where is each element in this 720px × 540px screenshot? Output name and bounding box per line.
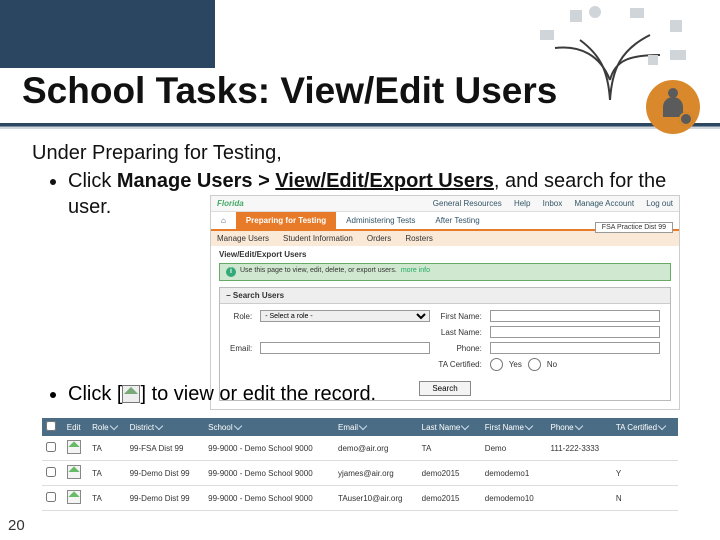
bullet-2-wrap: Click [] to view or edit the record.: [32, 383, 696, 406]
link-manage-account[interactable]: Manage Account: [574, 199, 634, 208]
cell-ta: [612, 436, 678, 461]
col-email[interactable]: Email: [334, 418, 418, 436]
info-banner: i Use this page to view, edit, delete, o…: [219, 263, 671, 281]
cell-role: TA: [88, 486, 125, 511]
row-checkbox[interactable]: [46, 492, 56, 502]
link-resources[interactable]: General Resources: [433, 199, 502, 208]
edit-icon: [122, 385, 140, 403]
cell-lastname: demo2015: [418, 486, 481, 511]
cell-ta: Y: [612, 461, 678, 486]
app-page-title: View/Edit/Export Users: [211, 246, 679, 263]
role-select[interactable]: - Select a role -: [260, 310, 430, 322]
col-firstname[interactable]: First Name: [481, 418, 547, 436]
cell-school: 99-9000 - Demo School 9000: [204, 486, 334, 511]
subnav-rosters[interactable]: Rosters: [405, 234, 433, 243]
link-help[interactable]: Help: [514, 199, 530, 208]
cell-firstname: demodemo10: [481, 486, 547, 511]
app-top-links: General Resources Help Inbox Manage Acco…: [423, 199, 673, 208]
col-role[interactable]: Role: [88, 418, 125, 436]
col-ta[interactable]: TA Certified: [612, 418, 678, 436]
tab-administering[interactable]: Administering Tests: [336, 212, 425, 229]
cell-district: 99-Demo Dist 99: [126, 486, 205, 511]
info-more-link[interactable]: more info: [401, 267, 430, 277]
cell-role: TA: [88, 461, 125, 486]
table-row: TA99-Demo Dist 9999-9000 - Demo School 9…: [42, 461, 678, 486]
email-label: Email:: [230, 344, 252, 353]
cell-district: 99-FSA Dist 99: [126, 436, 205, 461]
lastname-label: Last Name:: [438, 328, 481, 337]
subnav-orders[interactable]: Orders: [367, 234, 391, 243]
gear-icon: [679, 112, 693, 126]
cell-role: TA: [88, 436, 125, 461]
slide-title: School Tasks: View/Edit Users: [22, 70, 557, 112]
link-inbox[interactable]: Inbox: [543, 199, 563, 208]
cell-lastname: TA: [418, 436, 481, 461]
bullet-2: Click [] to view or edit the record.: [68, 383, 696, 406]
results-table: Edit Role District School Email Last Nam…: [42, 418, 678, 511]
tab-preparing[interactable]: Preparing for Testing: [236, 212, 336, 229]
cell-email: TAuser10@air.org: [334, 486, 418, 511]
col-lastname[interactable]: Last Name: [418, 418, 481, 436]
info-icon: i: [226, 267, 236, 277]
header-band: [0, 0, 215, 68]
firstname-input[interactable]: [490, 310, 660, 322]
ta-cert-yes[interactable]: [490, 358, 503, 371]
cell-ta: N: [612, 486, 678, 511]
tab-home[interactable]: ⌂: [211, 212, 236, 229]
cell-phone: [547, 486, 612, 511]
cell-district: 99-Demo Dist 99: [126, 461, 205, 486]
col-phone[interactable]: Phone: [547, 418, 612, 436]
cell-email: demo@air.org: [334, 436, 418, 461]
app-logo: Florida: [217, 199, 244, 208]
table-row: TA99-FSA Dist 9999-9000 - Demo School 90…: [42, 436, 678, 461]
title-underline: [0, 123, 720, 129]
edit-row-button[interactable]: [67, 465, 81, 479]
col-edit: Edit: [63, 418, 88, 436]
cell-school: 99-9000 - Demo School 9000: [204, 436, 334, 461]
lastname-input[interactable]: [490, 326, 660, 338]
intro-line: Under Preparing for Testing,: [32, 140, 696, 166]
col-school[interactable]: School: [204, 418, 334, 436]
cell-school: 99-9000 - Demo School 9000: [204, 461, 334, 486]
role-label: Role:: [230, 312, 252, 321]
col-checkbox[interactable]: [42, 418, 63, 436]
subnav-manage-users[interactable]: Manage Users: [217, 234, 269, 243]
cell-phone: [547, 461, 612, 486]
edit-row-button[interactable]: [67, 440, 81, 454]
cell-firstname: Demo: [481, 436, 547, 461]
table-row: TA99-Demo Dist 9999-9000 - Demo School 9…: [42, 486, 678, 511]
cell-email: yjames@air.org: [334, 461, 418, 486]
phone-input[interactable]: [490, 342, 660, 354]
search-panel-header[interactable]: − Search Users: [220, 288, 670, 304]
edit-row-button[interactable]: [67, 490, 81, 504]
app-screenshot: Florida General Resources Help Inbox Man…: [210, 195, 680, 410]
users-badge: [646, 80, 700, 134]
firstname-label: First Name:: [438, 312, 481, 321]
cell-firstname: demodemo1: [481, 461, 547, 486]
cell-phone: 111-222-3333: [547, 436, 612, 461]
tab-after[interactable]: After Testing: [425, 212, 489, 229]
ta-cert-no[interactable]: [528, 358, 541, 371]
ta-cert-label: TA Certified:: [438, 360, 481, 369]
row-checkbox[interactable]: [46, 442, 56, 452]
subnav-student-info[interactable]: Student Information: [283, 234, 353, 243]
select-all-checkbox[interactable]: [46, 421, 56, 431]
col-district[interactable]: District: [126, 418, 205, 436]
row-checkbox[interactable]: [46, 467, 56, 477]
cell-lastname: demo2015: [418, 461, 481, 486]
email-input[interactable]: [260, 342, 430, 354]
page-number: 20: [8, 517, 25, 534]
district-indicator: FSA Practice Dist 99: [595, 222, 673, 233]
phone-label: Phone:: [438, 344, 481, 353]
link-logout[interactable]: Log out: [646, 199, 673, 208]
